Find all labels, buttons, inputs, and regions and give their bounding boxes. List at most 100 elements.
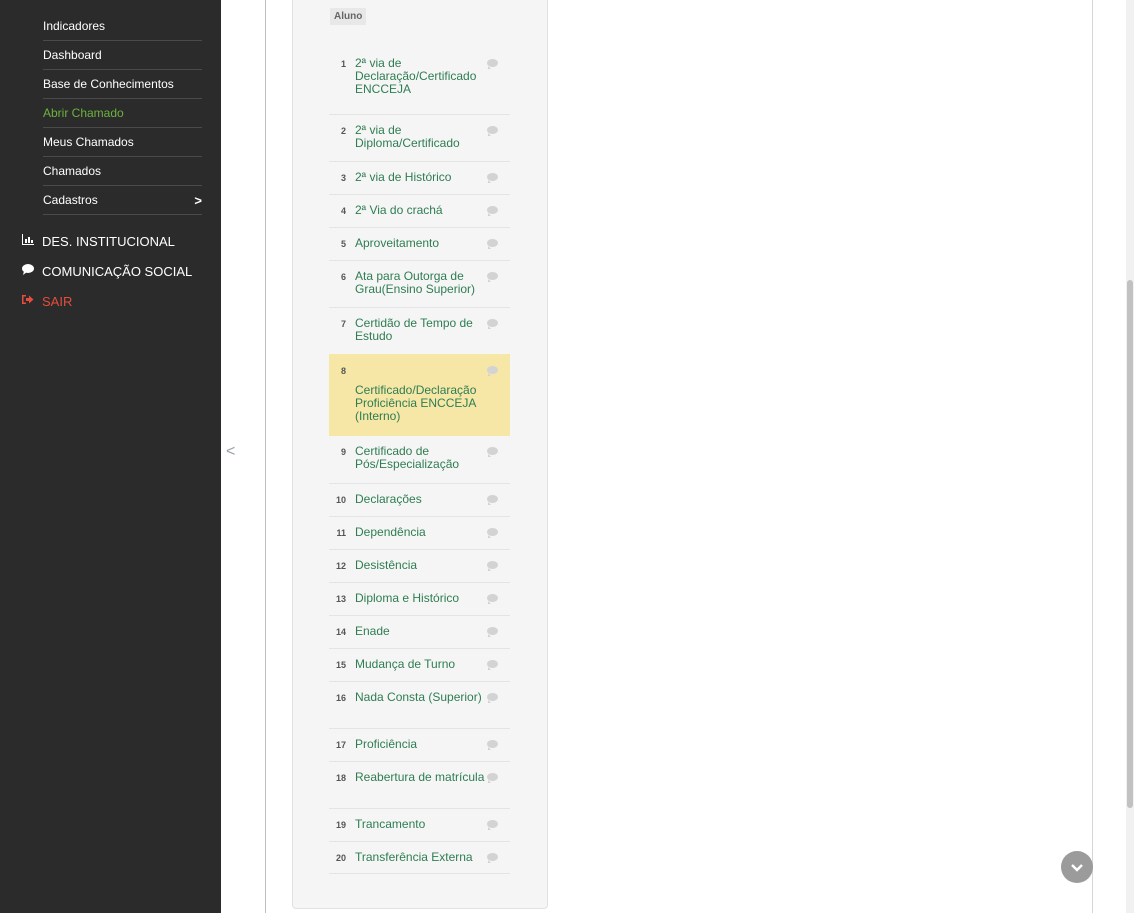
list-item[interactable]: 2 2ª via de Diploma/Certificado	[329, 114, 510, 162]
item-number: 5	[340, 239, 346, 249]
sidebar-item-comunicacao-social[interactable]: COMUNICAÇÃO SOCIAL	[22, 257, 192, 285]
item-label: Certificado de Pós/Especialização	[355, 444, 460, 471]
comment-icon	[487, 627, 498, 637]
comment-icon	[487, 773, 498, 783]
item-number: 8	[340, 366, 346, 376]
sign-out-icon	[22, 294, 38, 308]
category-label: Aluno	[330, 8, 367, 25]
list-item[interactable]: 5 Aproveitamento	[329, 227, 510, 261]
comment-icon	[487, 126, 498, 136]
sidebar-item-label: Abrir Chamado	[43, 105, 124, 120]
chevron-down-icon	[1071, 859, 1083, 875]
sidebar-item-indicadores[interactable]: Indicadores	[43, 11, 202, 41]
sidebar-item-label: SAIR	[42, 293, 73, 309]
comment-icon	[487, 820, 498, 830]
list-item[interactable]: 14 Enade	[329, 615, 510, 649]
sidebar: Indicadores Dashboard Base de Conhecimen…	[0, 0, 221, 913]
comment-icon	[487, 853, 498, 863]
sidebar-item-base-conhecimentos[interactable]: Base de Conhecimentos	[43, 69, 202, 99]
item-number: 20	[335, 853, 346, 863]
content-border-left	[265, 0, 266, 913]
item-label: 2ª via de Diploma/Certificado	[355, 123, 460, 150]
sidebar-item-label: Dashboard	[43, 47, 102, 62]
item-label: Nada Consta (Superior)	[355, 690, 482, 704]
sidebar-item-label: Indicadores	[43, 18, 106, 33]
item-label: Proficiência	[355, 737, 418, 751]
sidebar-item-dashboard[interactable]: Dashboard	[43, 40, 202, 70]
sidebar-item-label: Cadastros	[43, 192, 98, 207]
list-item[interactable]: 3 2ª via de Histórico	[329, 161, 510, 195]
sidebar-item-meus-chamados[interactable]: Meus Chamados	[43, 127, 202, 157]
list-item[interactable]: 9 Certificado de Pós/Especialização	[329, 435, 510, 484]
item-number: 13	[335, 594, 346, 604]
item-number: 16	[335, 693, 346, 703]
sidebar-item-chamados[interactable]: Chamados	[43, 156, 202, 186]
item-label: 2ª Via do crachá	[355, 203, 443, 217]
list-item[interactable]: 15 Mudança de Turno	[329, 648, 510, 682]
list-item[interactable]: 16 Nada Consta (Superior)	[329, 681, 510, 729]
item-number: 3	[340, 173, 346, 183]
comment-icon	[487, 59, 498, 69]
sidebar-item-des-institucional[interactable]: DES. INSTITUCIONAL	[22, 227, 175, 255]
item-label: Certidão de Tempo de Estudo	[355, 316, 473, 343]
sidebar-item-label: Chamados	[43, 163, 102, 178]
bar-chart-icon	[22, 234, 38, 248]
list-item[interactable]: 17 Proficiência	[329, 728, 510, 762]
content-border-right	[1092, 0, 1093, 913]
item-number: 11	[336, 528, 346, 538]
item-number: 2	[340, 126, 346, 136]
comment-icon	[487, 495, 498, 505]
comment-icon	[487, 594, 498, 604]
list-item[interactable]: 20 Transferência Externa	[329, 841, 510, 874]
sidebar-item-sair[interactable]: SAIR	[22, 287, 72, 315]
item-number: 1	[340, 59, 346, 69]
sidebar-item-label: DES. INSTITUCIONAL	[42, 233, 175, 249]
item-number: 7	[340, 319, 346, 329]
item-label: Certificado/Declaração Proficiência ENCC…	[355, 383, 477, 423]
sidebar-item-label: Base de Conhecimentos	[43, 76, 174, 91]
item-label: Trancamento	[355, 817, 426, 831]
collapse-sidebar-icon[interactable]: <	[226, 443, 235, 461]
list-item-selected[interactable]: 8 Certificado/Declaração Proficiência EN…	[329, 354, 510, 436]
comment-icon	[487, 740, 498, 750]
item-label: 2ª via de Histórico	[355, 170, 452, 184]
item-label: Dependência	[355, 525, 426, 539]
item-number: 17	[335, 740, 346, 750]
chevron-right-icon: >	[194, 193, 202, 208]
item-label: Aproveitamento	[355, 236, 440, 250]
comment-icon	[487, 561, 498, 571]
list-item[interactable]: 10 Declarações	[329, 483, 510, 517]
item-number: 6	[340, 272, 346, 282]
comment-icon	[487, 272, 498, 282]
scroll-button[interactable]	[1061, 851, 1093, 883]
item-label: Transferência Externa	[355, 850, 473, 864]
list-item[interactable]: 7 Certidão de Tempo de Estudo	[329, 307, 510, 355]
item-number: 4	[340, 206, 346, 216]
list-item[interactable]: 19 Trancamento	[329, 808, 510, 842]
item-number: 18	[335, 773, 346, 783]
sidebar-item-label: Meus Chamados	[43, 134, 134, 149]
list-item[interactable]: 13 Diploma e Histórico	[329, 582, 510, 616]
comment-icon	[487, 173, 498, 183]
comment-icon	[487, 693, 498, 703]
item-number: 10	[335, 495, 346, 505]
list-item[interactable]: 12 Desistência	[329, 549, 510, 583]
comment-icon	[487, 447, 498, 457]
list-item[interactable]: 18 Reabertura de matrícula	[329, 761, 510, 809]
list-item[interactable]: 6 Ata para Outorga de Grau(Ensino Superi…	[329, 260, 510, 308]
sidebar-item-label: COMUNICAÇÃO SOCIAL	[42, 263, 193, 279]
list-item[interactable]: 1 2ª via de Declaração/Certificado ENCCE…	[329, 47, 510, 115]
item-number: 14	[335, 627, 346, 637]
list-item[interactable]: 11 Dependência	[329, 516, 510, 550]
page-scrollbar-thumb[interactable]	[1127, 280, 1133, 808]
comment-icon	[22, 264, 38, 278]
item-label: Desistência	[355, 558, 418, 572]
list-item[interactable]: 4 2ª Via do crachá	[329, 194, 510, 228]
item-label: 2ª via de Declaração/Certificado ENCCEJA	[355, 56, 477, 96]
comment-icon	[487, 319, 498, 329]
sidebar-item-cadastros[interactable]: Cadastros >	[43, 185, 202, 215]
sidebar-item-abrir-chamado[interactable]: Abrir Chamado	[43, 98, 202, 128]
item-label: Diploma e Histórico	[355, 591, 460, 605]
item-number: 9	[340, 447, 346, 457]
item-label: Mudança de Turno	[355, 657, 456, 671]
